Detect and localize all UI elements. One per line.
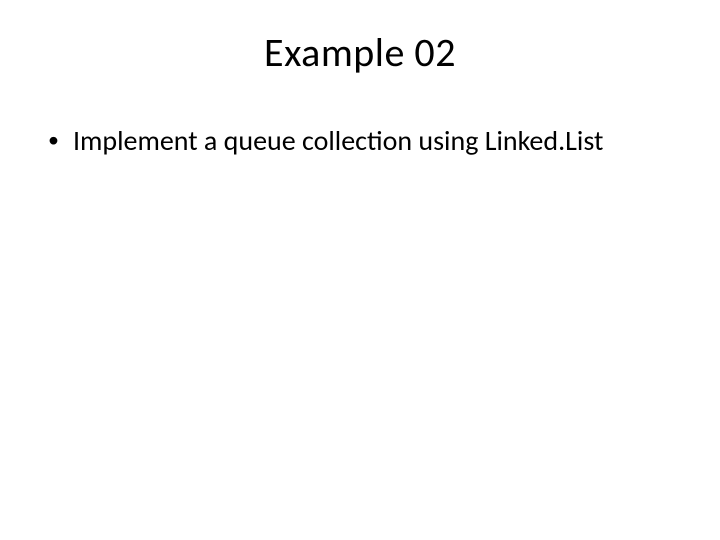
list-item: • Implement a queue collection using Lin… bbox=[48, 123, 680, 159]
slide-container: Example 02 • Implement a queue collectio… bbox=[0, 0, 720, 540]
slide-content: • Implement a queue collection using Lin… bbox=[40, 123, 680, 159]
bullet-marker: • bbox=[48, 123, 59, 156]
slide-title: Example 02 bbox=[160, 28, 560, 77]
bullet-text: Implement a queue collection using Linke… bbox=[73, 123, 680, 159]
